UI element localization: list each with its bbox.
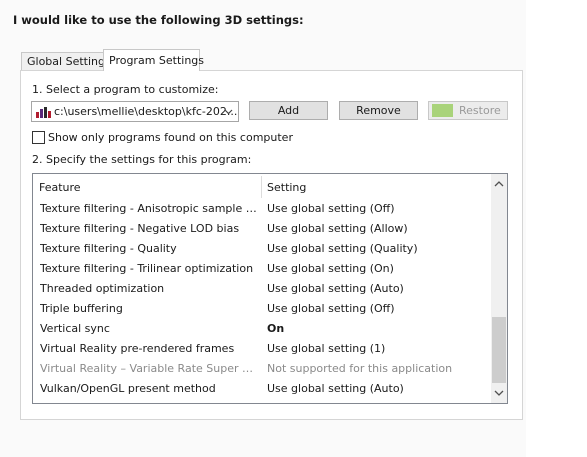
feature-cell: Texture filtering - Negative LOD bias xyxy=(40,222,240,235)
remove-button[interactable]: Remove xyxy=(339,101,418,120)
table-row[interactable]: Threaded optimization Use global setting… xyxy=(34,279,492,299)
table-row[interactable]: Texture filtering - Anisotropic sample o… xyxy=(34,199,492,219)
nvidia-logo-icon xyxy=(432,104,453,117)
feature-cell: Virtual Reality pre-rendered frames xyxy=(40,342,235,355)
restore-button-label: Restore xyxy=(459,104,501,117)
feature-cell: Triple buffering xyxy=(40,302,123,315)
table-row[interactable]: Texture filtering - Trilinear optimizati… xyxy=(34,259,492,279)
settings-heading: I would like to use the following 3D set… xyxy=(13,13,304,27)
table-row[interactable]: Texture filtering - Negative LOD bias Us… xyxy=(34,219,492,239)
settings-list[interactable]: Feature Setting Texture filtering - Anis… xyxy=(32,173,508,404)
column-divider[interactable] xyxy=(261,176,262,198)
scroll-down-icon[interactable] xyxy=(491,385,507,401)
feature-cell: Vertical sync xyxy=(40,322,110,335)
vertical-scrollbar[interactable] xyxy=(491,174,507,403)
table-row[interactable]: Vulkan/OpenGL present method Use global … xyxy=(34,379,492,399)
specify-settings-label: 2. Specify the settings for this program… xyxy=(32,153,252,166)
program-select[interactable]: c:\users\mellie\desktop\kfc-202... xyxy=(31,101,239,122)
restore-button[interactable]: Restore xyxy=(428,101,508,120)
program-select-value: c:\users\mellie\desktop\kfc-202... xyxy=(54,105,238,118)
setting-cell: Use global setting (Auto) xyxy=(267,382,404,395)
setting-cell: Not supported for this application xyxy=(267,362,453,375)
setting-column-header[interactable]: Setting xyxy=(267,181,306,194)
setting-cell: Use global setting (Off) xyxy=(267,302,395,315)
scroll-up-icon[interactable] xyxy=(491,176,507,192)
select-program-label: 1. Select a program to customize: xyxy=(32,83,219,96)
tab-global-settings[interactable]: Global Settings xyxy=(21,52,111,70)
show-only-label[interactable]: Show only programs found on this compute… xyxy=(48,131,293,144)
feature-cell: Virtual Reality – Variable Rate Super Sa… xyxy=(40,362,258,375)
table-row[interactable]: Texture filtering - Quality Use global s… xyxy=(34,239,492,259)
feature-cell: Threaded optimization xyxy=(40,282,165,295)
scrollbar-thumb[interactable] xyxy=(492,317,506,383)
table-row: Virtual Reality – Variable Rate Super Sa… xyxy=(34,359,492,379)
chevron-down-icon[interactable] xyxy=(224,107,233,116)
window-edge xyxy=(526,0,587,457)
setting-cell: Use global setting (Auto) xyxy=(267,282,404,295)
feature-cell: Texture filtering - Trilinear optimizati… xyxy=(40,262,254,275)
setting-cell: Use global setting (Quality) xyxy=(267,242,418,255)
program-app-icon xyxy=(35,106,52,118)
setting-cell: Use global setting (Off) xyxy=(267,202,395,215)
table-row[interactable]: Triple buffering Use global setting (Off… xyxy=(34,299,492,319)
show-only-checkbox[interactable] xyxy=(32,131,45,144)
add-button[interactable]: Add xyxy=(249,101,328,120)
feature-cell: Texture filtering - Anisotropic sample o… xyxy=(40,202,258,215)
feature-cell: Texture filtering - Quality xyxy=(40,242,177,255)
setting-cell: Use global setting (1) xyxy=(267,342,386,355)
setting-cell: Use global setting (Allow) xyxy=(267,222,408,235)
setting-cell: On xyxy=(267,322,285,335)
feature-cell: Vulkan/OpenGL present method xyxy=(40,382,216,395)
tab-program-settings[interactable]: Program Settings xyxy=(103,49,204,71)
feature-column-header[interactable]: Feature xyxy=(39,181,81,194)
table-row[interactable]: Vertical sync On xyxy=(34,319,492,339)
table-row[interactable]: Virtual Reality pre-rendered frames Use … xyxy=(34,339,492,359)
setting-cell: Use global setting (On) xyxy=(267,262,394,275)
